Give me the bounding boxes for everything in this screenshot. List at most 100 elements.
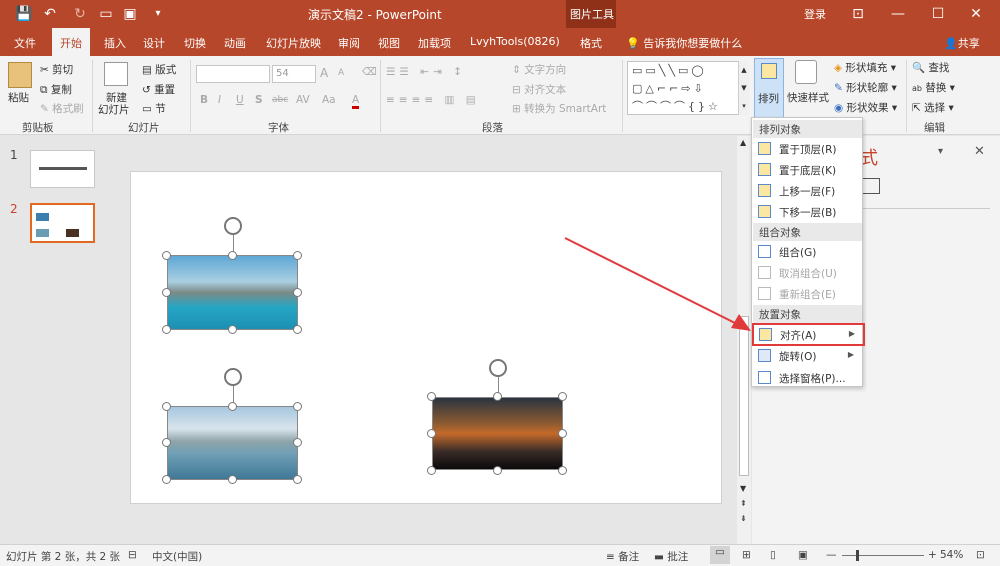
tab-slideshow[interactable]: 幻灯片放映 — [266, 35, 321, 51]
resize-handle[interactable] — [293, 402, 302, 411]
quick-styles-icon[interactable] — [795, 60, 817, 84]
list-buttons-icon[interactable]: ☰☰ ⇤⇥ ↕ — [386, 66, 466, 78]
menu-align[interactable]: 对齐(A) ▶ — [752, 323, 865, 346]
bold-button[interactable]: B — [200, 94, 208, 106]
font-name-field[interactable] — [196, 65, 270, 83]
tab-animations[interactable]: 动画 — [224, 35, 246, 51]
tab-file[interactable]: 文件 — [14, 35, 36, 51]
zoom-in-icon[interactable]: + — [928, 549, 937, 561]
select-button[interactable]: ⇱ 选择 ▾ — [912, 100, 954, 115]
replace-button[interactable]: ab 替换 ▾ — [912, 80, 955, 95]
picture-options-icon[interactable] — [860, 178, 880, 194]
quick-styles-button[interactable]: 快速样式 — [787, 90, 829, 105]
format-painter-button[interactable]: ✎ 格式刷 — [40, 101, 84, 116]
normal-view-icon[interactable]: ▭ — [710, 546, 730, 564]
resize-handle[interactable] — [293, 288, 302, 297]
resize-handle[interactable] — [162, 475, 171, 484]
rotation-handle[interactable] — [224, 368, 242, 386]
rotation-handle[interactable] — [489, 359, 507, 377]
menu-selection-pane[interactable]: 选择窗格(P)... — [753, 368, 862, 388]
resize-handle[interactable] — [493, 466, 502, 475]
smartart-button[interactable]: ⊞ 转换为 SmartArt — [512, 101, 606, 116]
picture-sea-arch[interactable] — [167, 255, 298, 330]
save-icon[interactable]: 💾 — [14, 4, 34, 24]
prev-slide-icon[interactable]: ⇞ — [740, 499, 747, 508]
customize-qat-icon[interactable]: ▾ — [148, 4, 168, 24]
section-button[interactable]: ▭ 节 — [142, 101, 166, 116]
picture-icon[interactable]: ▣ — [120, 4, 140, 24]
paste-icon[interactable] — [8, 62, 32, 88]
redo-icon[interactable]: ↻ — [70, 4, 90, 24]
char-spacing-icon[interactable]: AV — [296, 94, 310, 106]
align-buttons-icon[interactable]: ≡≡≡≡ ▥ ▤ — [386, 94, 480, 106]
comments-button[interactable]: ▬ 批注 — [654, 549, 688, 564]
zoom-out-icon[interactable]: — — [826, 549, 837, 561]
share-button[interactable]: 👤共享 — [944, 35, 980, 51]
maximize-icon[interactable]: ☐ — [928, 4, 948, 24]
resize-handle[interactable] — [293, 475, 302, 484]
clear-format-icon[interactable]: ⌫ — [362, 66, 377, 78]
present-icon[interactable]: ▭ — [96, 4, 116, 24]
change-case-icon[interactable]: Aa — [322, 94, 336, 106]
tab-review[interactable]: 审阅 — [338, 35, 360, 51]
menu-bring-to-front[interactable]: 置于顶层(R) — [753, 139, 862, 159]
menu-regroup[interactable]: 重新组合(E) — [753, 284, 862, 304]
resize-handle[interactable] — [228, 402, 237, 411]
undo-icon[interactable]: ↶ — [40, 4, 60, 24]
paste-button[interactable]: 粘贴 — [8, 90, 29, 105]
resize-handle[interactable] — [493, 392, 502, 401]
scroll-thumb[interactable] — [739, 316, 749, 476]
resize-handle[interactable] — [162, 325, 171, 334]
cut-button[interactable]: ✂ 剪切 — [40, 62, 73, 77]
shape-outline-button[interactable]: ✎ 形状轮廓 ▾ — [834, 80, 897, 95]
resize-handle[interactable] — [228, 325, 237, 334]
resize-handle[interactable] — [293, 251, 302, 260]
fit-slide-icon[interactable]: ⊡ — [976, 549, 985, 561]
zoom-slider[interactable] — [842, 555, 924, 556]
resize-handle[interactable] — [427, 429, 436, 438]
resize-handle[interactable] — [558, 466, 567, 475]
layout-button[interactable]: ▤ 版式 — [142, 62, 176, 77]
arrange-button[interactable]: 排列 — [754, 58, 784, 118]
slide-sorter-icon[interactable]: ⊞ — [742, 549, 751, 561]
picture-lake[interactable] — [167, 406, 298, 480]
gallery-scroll[interactable]: ▲ ▼ ▾ — [738, 61, 749, 115]
language-indicator[interactable]: 中文(中国) — [152, 549, 202, 564]
resize-handle[interactable] — [427, 466, 436, 475]
minimize-icon[interactable]: — — [888, 4, 908, 24]
tell-me-search[interactable]: 💡 告诉我你想要做什么 — [626, 35, 742, 51]
text-direction-button[interactable]: ⇕ 文字方向 — [512, 62, 566, 77]
zoom-level[interactable]: 54% — [940, 549, 963, 561]
shadow-button[interactable]: S — [255, 94, 263, 106]
copy-button[interactable]: ⧉ 复制 — [40, 82, 72, 97]
tab-view[interactable]: 视图 — [378, 35, 400, 51]
scroll-down-icon[interactable]: ▼ — [740, 484, 746, 493]
resize-handle[interactable] — [162, 438, 171, 447]
shape-fill-button[interactable]: ◈ 形状填充 ▾ — [834, 60, 896, 75]
slide-thumbnail-1[interactable] — [30, 150, 95, 188]
strikethrough-button[interactable]: abc — [272, 95, 288, 105]
menu-send-backward[interactable]: 下移一层(B) — [753, 202, 862, 222]
tab-lvyhtools[interactable]: LvyhTools(0826) — [470, 35, 560, 48]
spellcheck-icon[interactable]: ⊟ — [128, 549, 137, 561]
shape-effects-button[interactable]: ◉ 形状效果 ▾ — [834, 100, 897, 115]
login-link[interactable]: 登录 — [804, 6, 826, 22]
picture-sunset[interactable] — [432, 397, 563, 470]
shrink-font-button[interactable]: A — [338, 68, 344, 78]
resize-handle[interactable] — [228, 251, 237, 260]
align-text-button[interactable]: ⊟ 对齐文本 — [512, 82, 566, 97]
pane-options-icon[interactable]: ▾ — [938, 146, 943, 157]
menu-group[interactable]: 组合(G) — [753, 242, 862, 262]
tab-design[interactable]: 设计 — [143, 35, 165, 51]
ribbon-display-icon[interactable]: ⊡ — [848, 4, 868, 24]
tab-transitions[interactable]: 切换 — [184, 35, 206, 51]
menu-send-to-back[interactable]: 置于底层(K) — [753, 160, 862, 180]
underline-button[interactable]: U — [236, 94, 244, 106]
next-slide-icon[interactable]: ⇟ — [740, 514, 747, 523]
font-size-field[interactable]: 54 — [272, 65, 316, 83]
resize-handle[interactable] — [162, 251, 171, 260]
notes-button[interactable]: ≡ 备注 — [606, 549, 639, 564]
resize-handle[interactable] — [558, 392, 567, 401]
tab-format[interactable]: 格式 — [580, 35, 602, 51]
reset-button[interactable]: ↺ 重置 — [142, 82, 175, 97]
